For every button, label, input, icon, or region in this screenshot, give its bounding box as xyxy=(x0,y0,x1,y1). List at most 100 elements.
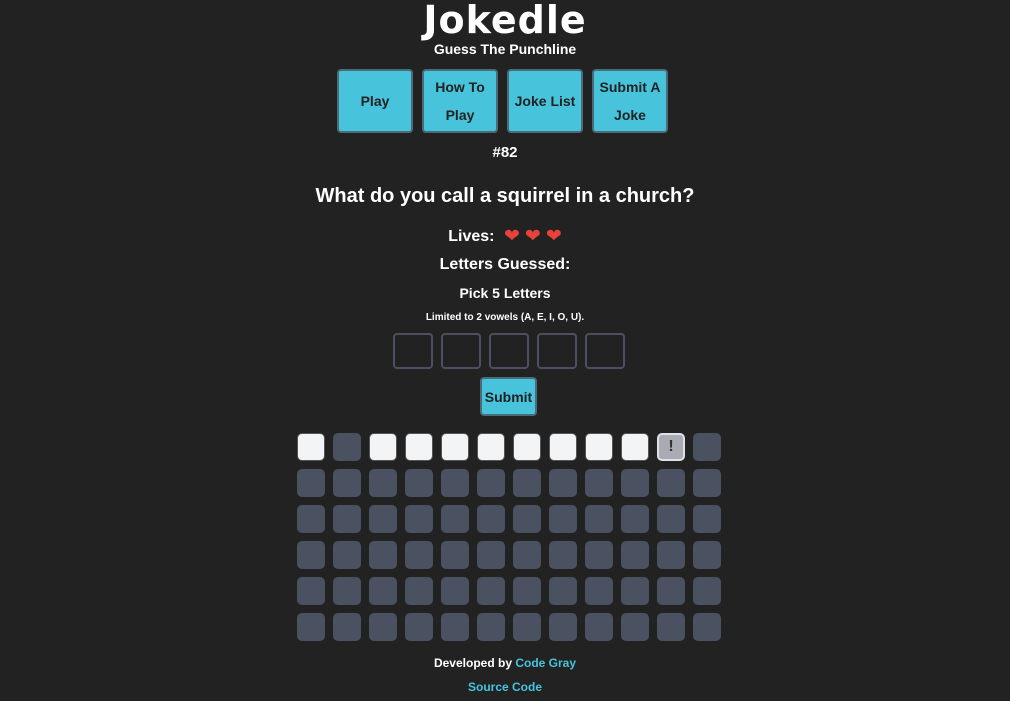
letter-tile xyxy=(477,433,505,461)
letter-tile xyxy=(405,505,433,533)
letter-tile xyxy=(441,541,469,569)
letter-tile xyxy=(405,577,433,605)
footer-source: Source Code xyxy=(0,678,1010,696)
letter-tile xyxy=(369,577,397,605)
letter-tile xyxy=(621,577,649,605)
footer-credit: Developed by Code Gray xyxy=(0,654,1010,672)
heart-icon: ❤ xyxy=(503,226,520,247)
hearts-container: ❤ ❤ ❤ xyxy=(499,226,562,247)
letter-tile xyxy=(369,541,397,569)
letter-tile xyxy=(369,433,397,461)
lives-row: Lives: ❤ ❤ ❤ xyxy=(0,226,1010,248)
vowel-limit-note: Limited to 2 vowels (A, E, I, O, U). xyxy=(425,312,585,323)
lives-label: Lives: xyxy=(448,228,495,246)
letter-tile xyxy=(297,433,325,461)
letter-tile xyxy=(441,433,469,461)
letter-tile xyxy=(333,505,361,533)
letter-tile xyxy=(693,613,721,641)
letter-tile xyxy=(585,433,613,461)
letter-tile xyxy=(693,577,721,605)
heart-icon: ❤ xyxy=(524,226,541,247)
letter-tile: ! xyxy=(657,433,685,461)
developed-by-label: Developed by xyxy=(433,656,512,670)
letter-tile xyxy=(621,433,649,461)
letter-tile xyxy=(549,541,577,569)
how-to-play-button[interactable]: How To Play xyxy=(422,69,498,133)
joke-list-button[interactable]: Joke List xyxy=(507,69,583,133)
developer-link[interactable]: Code Gray xyxy=(515,656,576,670)
letter-tile xyxy=(693,541,721,569)
letter-tile xyxy=(297,469,325,497)
letter-tile xyxy=(693,469,721,497)
letter-tile xyxy=(693,505,721,533)
letter-tile xyxy=(513,613,541,641)
letter-tile xyxy=(585,577,613,605)
letter-tile xyxy=(441,505,469,533)
letter-input-1[interactable] xyxy=(393,333,433,369)
letter-tile xyxy=(549,469,577,497)
letter-tile xyxy=(405,613,433,641)
letter-tile xyxy=(333,541,361,569)
letter-tile xyxy=(657,505,685,533)
letter-tile xyxy=(693,433,721,461)
letters-guessed-label: Letters Guessed: xyxy=(439,256,571,273)
letter-tile xyxy=(477,577,505,605)
submit-joke-button[interactable]: Submit A Joke xyxy=(592,69,668,133)
letter-tile xyxy=(621,469,649,497)
source-code-link[interactable]: Source Code xyxy=(468,680,542,694)
play-button[interactable]: Play xyxy=(337,69,413,133)
pick-letters-label: Pick 5 Letters xyxy=(459,285,551,301)
letter-tile xyxy=(297,613,325,641)
letter-tile xyxy=(369,505,397,533)
letter-tile xyxy=(297,505,325,533)
letter-tile xyxy=(549,613,577,641)
puzzle-number: #82 xyxy=(492,144,518,161)
letter-tile xyxy=(369,469,397,497)
heart-icon: ❤ xyxy=(545,226,562,247)
submit-button[interactable]: Submit xyxy=(480,377,537,416)
letter-tile xyxy=(657,469,685,497)
letter-tile xyxy=(477,541,505,569)
letter-input-4[interactable] xyxy=(537,333,577,369)
letter-tile xyxy=(405,541,433,569)
letter-tile xyxy=(513,577,541,605)
letter-tile xyxy=(657,613,685,641)
app-subtitle: Guess The Punchline xyxy=(433,41,577,57)
letter-tile xyxy=(657,577,685,605)
letter-tile xyxy=(333,469,361,497)
letter-tile xyxy=(513,505,541,533)
letter-tile xyxy=(333,577,361,605)
letter-tile xyxy=(549,505,577,533)
letter-input-2[interactable] xyxy=(441,333,481,369)
letter-inputs xyxy=(393,333,625,369)
letter-tile xyxy=(405,469,433,497)
letter-tile xyxy=(513,469,541,497)
letter-tile xyxy=(513,433,541,461)
letter-tile xyxy=(441,469,469,497)
letter-tile xyxy=(297,541,325,569)
letter-tile xyxy=(477,469,505,497)
letter-tile xyxy=(405,433,433,461)
letter-tile xyxy=(513,541,541,569)
letter-tile xyxy=(477,613,505,641)
letter-tile xyxy=(477,505,505,533)
letter-tile xyxy=(621,541,649,569)
joke-question: What do you call a squirrel in a church? xyxy=(315,185,695,207)
letter-tile xyxy=(549,577,577,605)
letter-tile xyxy=(441,577,469,605)
nav-bar: Play How To Play Joke List Submit A Joke xyxy=(337,69,668,133)
letter-tile xyxy=(297,577,325,605)
letter-tile xyxy=(585,469,613,497)
letter-tile xyxy=(333,613,361,641)
letter-tile xyxy=(621,613,649,641)
letter-input-5[interactable] xyxy=(585,333,625,369)
app-title: Jokedle xyxy=(423,0,587,42)
punchline-grid: ! xyxy=(297,433,721,641)
letter-tile xyxy=(441,613,469,641)
letter-tile xyxy=(585,505,613,533)
letter-input-3[interactable] xyxy=(489,333,529,369)
letter-tile xyxy=(369,613,397,641)
letter-tile xyxy=(621,505,649,533)
letter-tile xyxy=(657,541,685,569)
letter-tile xyxy=(585,613,613,641)
